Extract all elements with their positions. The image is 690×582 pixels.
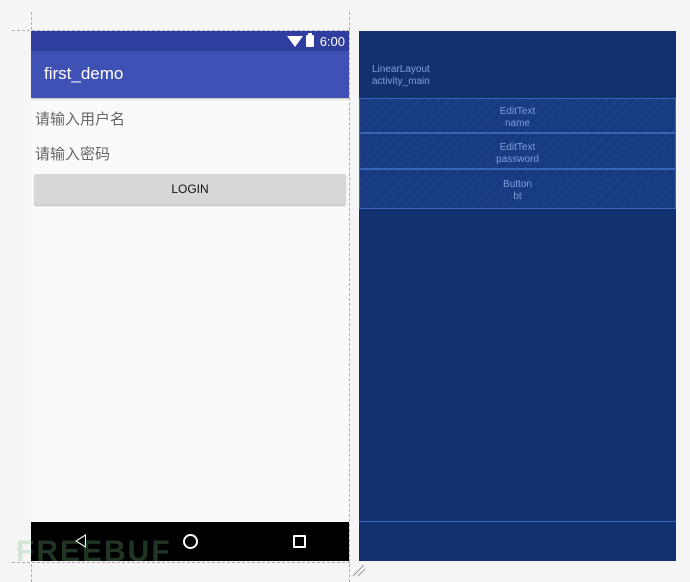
app-bar: first_demo <box>31 51 349 98</box>
blueprint-edittext-password[interactable]: EditText password <box>359 133 676 169</box>
blueprint-root-label: LinearLayout activity_main <box>372 64 430 88</box>
view-id: password <box>496 154 539 165</box>
view-id: name <box>504 118 530 129</box>
password-hint: 请输入密码 <box>35 146 111 163</box>
watermark: FREEBUF <box>16 535 172 568</box>
username-field[interactable]: 请输入用户名 <box>35 104 345 130</box>
recents-icon[interactable] <box>293 535 306 548</box>
view-type: EditText <box>499 142 536 153</box>
app-title: first_demo <box>44 64 124 83</box>
blueprint-navbar-divider <box>359 521 676 522</box>
root-type: LinearLayout <box>372 64 430 75</box>
wifi-icon <box>286 36 303 47</box>
status-time: 6:00 <box>319 33 345 49</box>
password-field[interactable]: 请输入密码 <box>35 139 345 165</box>
view-type: Button <box>503 179 532 190</box>
blueprint-edittext-name[interactable]: EditText name <box>359 98 676 133</box>
view-id: bt <box>513 191 522 202</box>
status-bar: 6:00 <box>31 31 349 51</box>
resize-handle-icon[interactable] <box>352 565 366 577</box>
status-icons: 6:00 <box>286 31 345 51</box>
blueprint-button-bt[interactable]: Button bt <box>359 169 676 209</box>
view-type: EditText <box>499 106 536 117</box>
home-icon[interactable] <box>183 534 198 549</box>
username-hint: 请输入用户名 <box>35 111 126 128</box>
battery-icon <box>305 33 314 47</box>
root-id: activity_main <box>372 76 430 87</box>
blueprint-view[interactable]: LinearLayout activity_main EditText name… <box>359 31 676 561</box>
design-view-phone[interactable]: 6:00 first_demo 请输入用户名 请输入密码 LOGIN <box>31 31 349 561</box>
login-button[interactable]: LOGIN <box>34 174 346 205</box>
guide-line-right <box>349 12 350 582</box>
